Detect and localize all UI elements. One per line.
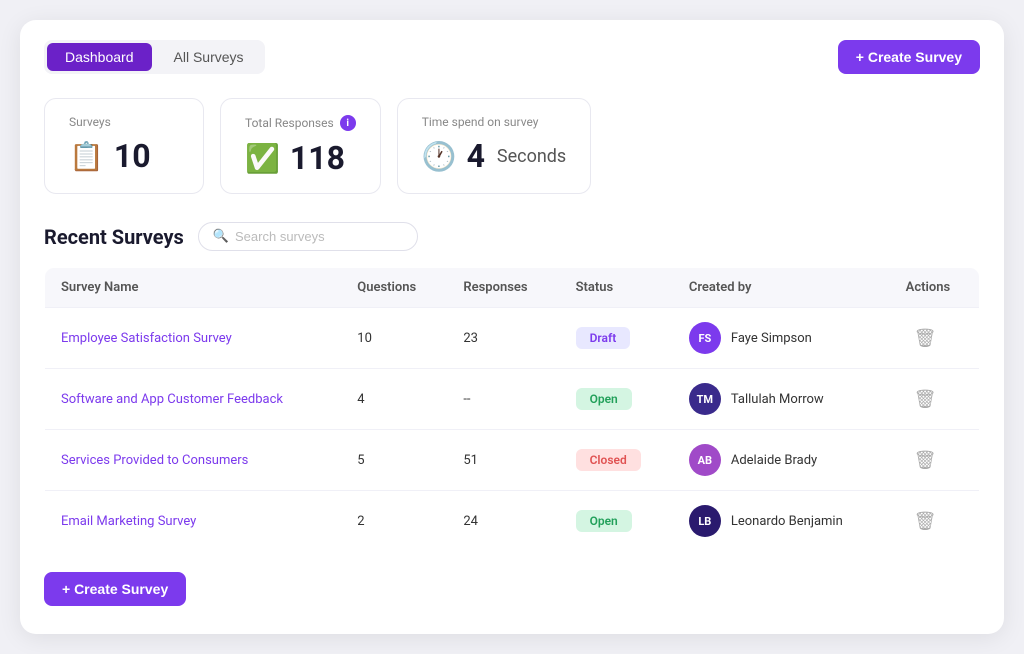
col-questions: Questions (341, 268, 447, 308)
clock-icon: 🕐 (422, 140, 457, 173)
status-badge-1: Open (576, 388, 632, 410)
header: Dashboard All Surveys + Create Survey (44, 40, 980, 74)
survey-name-link-2[interactable]: Services Provided to Consumers (61, 453, 248, 468)
avatar-0: FS (689, 322, 721, 354)
info-icon: i (340, 115, 356, 131)
stat-card-time: Time spend on survey 🕐 4 Seconds (397, 98, 592, 194)
delete-button-3[interactable]: 🗑 (906, 507, 945, 536)
survey-name-link-1[interactable]: Software and App Customer Feedback (61, 392, 283, 407)
avatar-1: TM (689, 383, 721, 415)
cell-creator-3: LB Leonardo Benjamin (673, 491, 890, 552)
time-value: 🕐 4 Seconds (422, 137, 567, 175)
cell-questions-0: 10 (341, 308, 447, 369)
table-row: Services Provided to Consumers 5 51 Clos… (45, 430, 980, 491)
search-input[interactable] (235, 229, 395, 244)
cell-questions-3: 2 (341, 491, 447, 552)
checkmark-icon: ✅ (245, 142, 280, 175)
cell-actions-2: 🗑 (890, 430, 980, 491)
survey-name-link-3[interactable]: Email Marketing Survey (61, 514, 196, 529)
create-survey-button-footer[interactable]: + Create Survey (44, 572, 186, 606)
responses-value: ✅ 118 (245, 139, 356, 177)
cell-questions-2: 5 (341, 430, 447, 491)
table-row: Software and App Customer Feedback 4 -- … (45, 369, 980, 430)
section-header: Recent Surveys 🔍 (44, 222, 980, 251)
table-row: Email Marketing Survey 2 24 Open LB Leon… (45, 491, 980, 552)
cell-status-3: Open (560, 491, 673, 552)
footer: + Create Survey (44, 572, 980, 606)
clipboard-icon: 📋 (69, 140, 104, 173)
cell-name-3: Email Marketing Survey (45, 491, 342, 552)
cell-status-1: Open (560, 369, 673, 430)
avatar-3: LB (689, 505, 721, 537)
table-header-row: Survey Name Questions Responses Status C… (45, 268, 980, 308)
delete-button-0[interactable]: 🗑 (906, 324, 945, 353)
surveys-label: Surveys (69, 115, 179, 129)
status-badge-2: Closed (576, 449, 641, 471)
creator-name-2: Adelaide Brady (731, 453, 817, 468)
col-created-by: Created by (673, 268, 890, 308)
cell-responses-1: -- (447, 369, 559, 430)
surveys-value: 📋 10 (69, 137, 179, 175)
creator-name-3: Leonardo Benjamin (731, 514, 843, 529)
delete-button-2[interactable]: 🗑 (906, 446, 945, 475)
cell-responses-0: 23 (447, 308, 559, 369)
cell-creator-0: FS Faye Simpson (673, 308, 890, 369)
cell-creator-1: TM Tallulah Morrow (673, 369, 890, 430)
cell-status-2: Closed (560, 430, 673, 491)
cell-actions-3: 🗑 (890, 491, 980, 552)
creator-name-0: Faye Simpson (731, 331, 812, 346)
creator-name-1: Tallulah Morrow (731, 392, 824, 407)
cell-actions-1: 🗑 (890, 369, 980, 430)
cell-status-0: Draft (560, 308, 673, 369)
avatar-2: AB (689, 444, 721, 476)
search-box[interactable]: 🔍 (198, 222, 418, 251)
survey-table: Survey Name Questions Responses Status C… (44, 267, 980, 552)
cell-name-1: Software and App Customer Feedback (45, 369, 342, 430)
cell-questions-1: 4 (341, 369, 447, 430)
section-title: Recent Surveys (44, 225, 184, 249)
app-container: Dashboard All Surveys + Create Survey Su… (20, 20, 1004, 634)
cell-responses-3: 24 (447, 491, 559, 552)
status-badge-3: Open (576, 510, 632, 532)
responses-label: Total Responses i (245, 115, 356, 131)
time-label: Time spend on survey (422, 115, 567, 129)
stat-card-responses: Total Responses i ✅ 118 (220, 98, 381, 194)
col-actions: Actions (890, 268, 980, 308)
search-icon: 🔍 (213, 229, 229, 244)
col-responses: Responses (447, 268, 559, 308)
survey-name-link-0[interactable]: Employee Satisfaction Survey (61, 331, 232, 346)
stat-card-surveys: Surveys 📋 10 (44, 98, 204, 194)
col-survey-name: Survey Name (45, 268, 342, 308)
col-status: Status (560, 268, 673, 308)
time-unit: Seconds (497, 146, 566, 167)
tab-dashboard[interactable]: Dashboard (47, 43, 152, 71)
status-badge-0: Draft (576, 327, 631, 349)
nav-tabs: Dashboard All Surveys (44, 40, 265, 74)
create-survey-button-header[interactable]: + Create Survey (838, 40, 980, 74)
table-row: Employee Satisfaction Survey 10 23 Draft… (45, 308, 980, 369)
cell-creator-2: AB Adelaide Brady (673, 430, 890, 491)
delete-button-1[interactable]: 🗑 (906, 385, 945, 414)
cell-actions-0: 🗑 (890, 308, 980, 369)
cell-name-0: Employee Satisfaction Survey (45, 308, 342, 369)
tab-all-surveys[interactable]: All Surveys (156, 43, 262, 71)
stats-row: Surveys 📋 10 Total Responses i ✅ 118 Tim… (44, 98, 980, 194)
cell-name-2: Services Provided to Consumers (45, 430, 342, 491)
cell-responses-2: 51 (447, 430, 559, 491)
